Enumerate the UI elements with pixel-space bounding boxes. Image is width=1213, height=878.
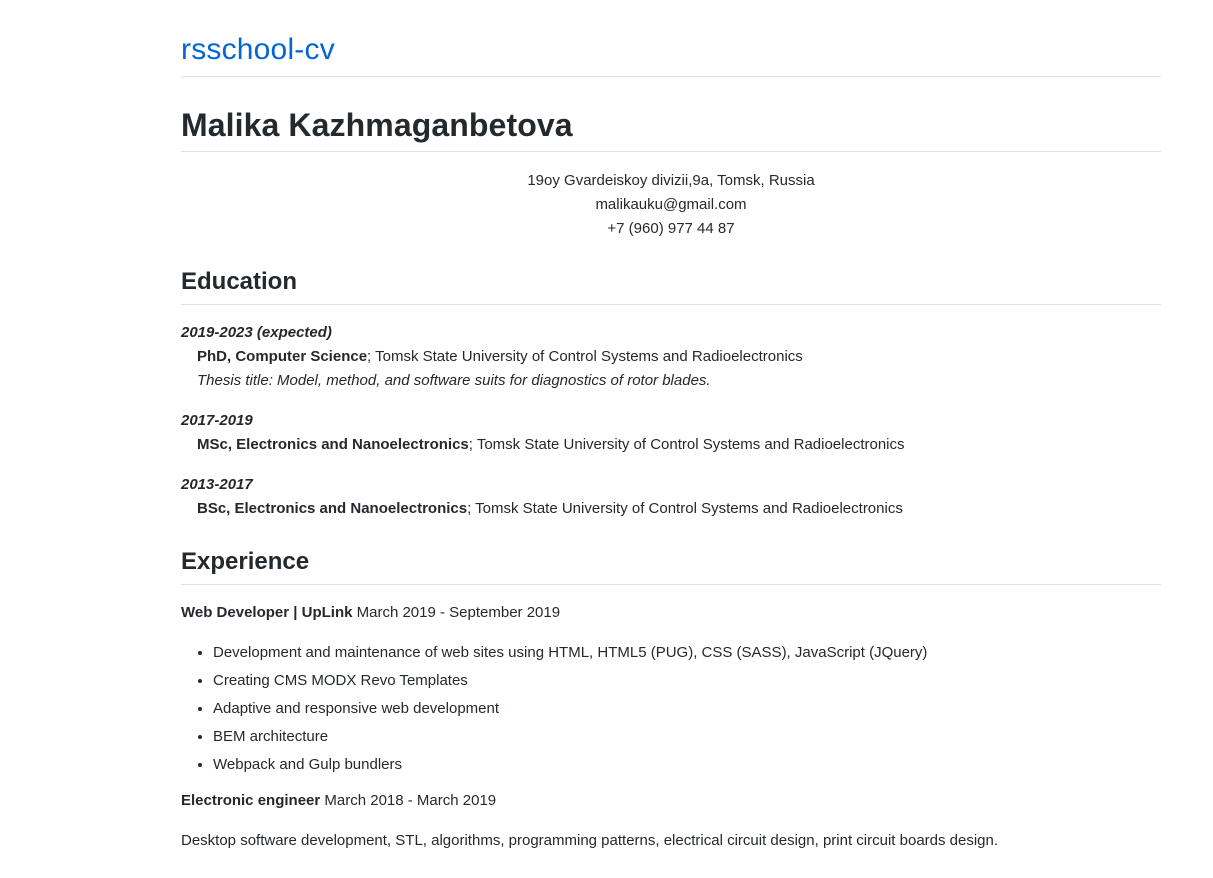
list-item: Webpack and Gulp bundlers xyxy=(213,753,1161,777)
job-title-line: Web Developer | UpLink March 2019 - Sept… xyxy=(181,601,1161,625)
job-description: Desktop software development, STL, algor… xyxy=(181,832,999,849)
education-degree-line: BSc, Electronics and Nanoelectronics; To… xyxy=(181,497,1161,521)
site-header: rsschool-cv xyxy=(181,0,1161,77)
education-institution: ; Tomsk State University of Control Syst… xyxy=(367,348,803,365)
education-degree: MSc, Electronics and Nanoelectronics xyxy=(197,436,469,453)
job-period: March 2018 - March 2019 xyxy=(320,792,497,809)
contact-block: 19oy Gvardeiskoy divizii,9a, Tomsk, Russ… xyxy=(181,152,1161,241)
education-degree: BSc, Electronics and Nanoelectronics xyxy=(197,500,468,517)
education-degree: PhD, Computer Science xyxy=(197,348,368,365)
page-title: Malika Kazhmaganbetova xyxy=(181,77,1161,152)
education-dates: 2013-2017 xyxy=(181,476,253,493)
job-title-line: Electronic engineer March 2018 - March 2… xyxy=(181,789,1161,813)
education-degree-line: MSc, Electronics and Nanoelectronics; To… xyxy=(181,433,1161,457)
education-entry: 2017-2019 MSc, Electronics and Nanoelect… xyxy=(181,409,1161,457)
job-title: Web Developer | UpLink xyxy=(181,604,353,621)
job-period: March 2019 - September 2019 xyxy=(352,604,561,621)
education-heading: Education xyxy=(181,267,1161,305)
list-item: Creating CMS MODX Revo Templates xyxy=(213,669,1161,693)
education-entry: 2019-2023 (expected) PhD, Computer Scien… xyxy=(181,321,1161,393)
education-entry: 2013-2017 BSc, Electronics and Nanoelect… xyxy=(181,473,1161,521)
list-item: Development and maintenance of web sites… xyxy=(213,641,1161,665)
list-item: BEM architecture xyxy=(213,725,1161,749)
page-container: rsschool-cv Malika Kazhmaganbetova 19oy … xyxy=(181,0,1161,853)
list-item: Adaptive and responsive web development xyxy=(213,697,1161,721)
job-duties-list: Development and maintenance of web sites… xyxy=(181,641,1161,777)
education-thesis: Thesis title: Model, method, and softwar… xyxy=(197,372,711,389)
job-title: Electronic engineer xyxy=(181,792,321,809)
contact-phone: +7 (960) 977 44 87 xyxy=(607,220,735,237)
education-institution: ; Tomsk State University of Control Syst… xyxy=(468,436,905,453)
contact-address: 19oy Gvardeiskoy divizii,9a, Tomsk, Russ… xyxy=(527,172,815,189)
education-dates: 2017-2019 xyxy=(181,412,253,429)
education-dates: 2019-2023 (expected) xyxy=(181,324,332,341)
education-institution: ; Tomsk State University of Control Syst… xyxy=(467,500,903,517)
education-list: 2019-2023 (expected) PhD, Computer Scien… xyxy=(181,321,1161,521)
contact-email: malikauku@gmail.com xyxy=(595,196,747,213)
experience-heading: Experience xyxy=(181,547,1161,585)
education-degree-line: PhD, Computer Science; Tomsk State Unive… xyxy=(181,345,1161,369)
site-title-link[interactable]: rsschool-cv xyxy=(181,30,335,70)
